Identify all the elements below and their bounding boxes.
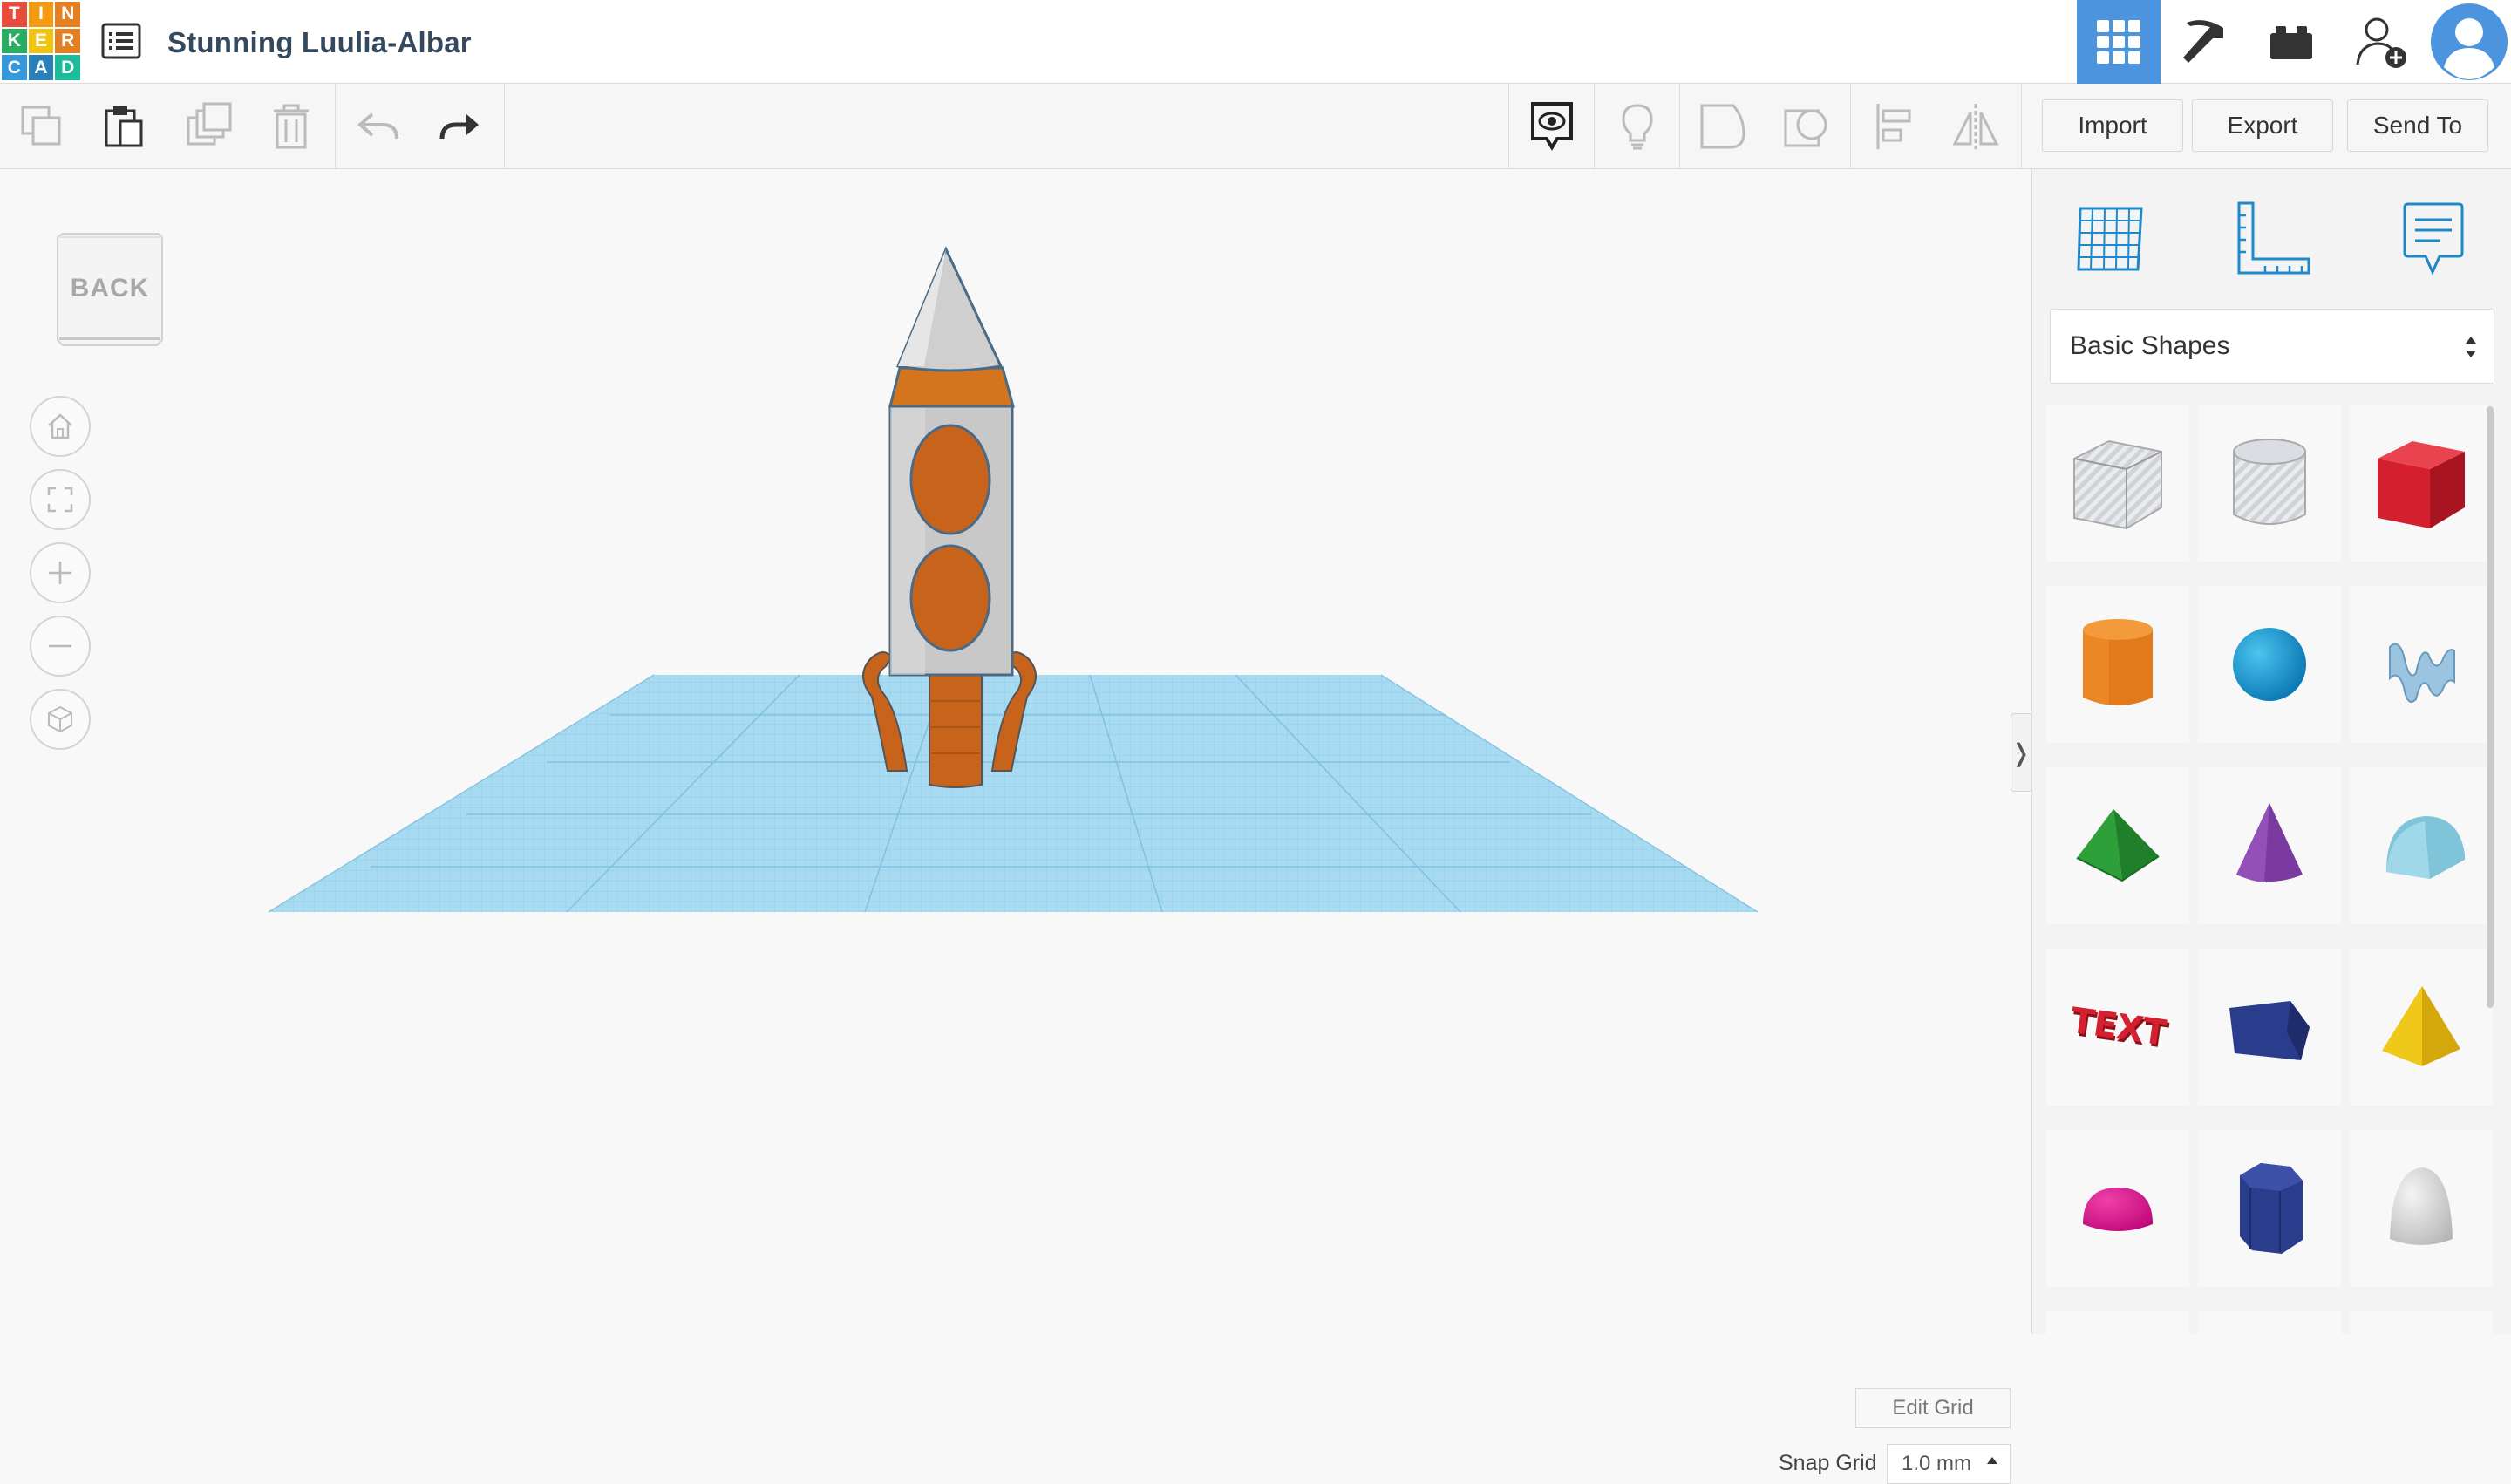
pickaxe-icon[interactable]	[2162, 0, 2246, 84]
cylinder-shape[interactable]	[2046, 586, 2189, 743]
logo-letter: C	[2, 55, 27, 80]
design-title[interactable]: Stunning Luulia-Albar	[167, 26, 472, 59]
edit-grid-button[interactable]: Edit Grid	[1855, 1388, 2011, 1428]
import-button[interactable]: Import	[2042, 99, 2183, 152]
snap-grid-value: 1.0 mm	[1902, 1452, 1972, 1475]
delete-icon[interactable]	[249, 84, 333, 169]
bricks-icon[interactable]	[2249, 0, 2333, 84]
box-shape[interactable]	[2350, 405, 2493, 562]
text-shape[interactable]: TEXT	[2046, 949, 2189, 1106]
shape-cell-partial	[2046, 1311, 2189, 1346]
tinkercad-logo[interactable]: TIN KER CAD	[2, 2, 80, 80]
cylinder-hole-shape[interactable]	[2198, 405, 2341, 562]
logo-letter: T	[2, 2, 27, 27]
lightbulb-icon[interactable]	[1596, 84, 1679, 169]
half-sphere-shape[interactable]	[2046, 1130, 2189, 1287]
workplane-canvas[interactable]: BACK Edit Grid Snap Grid 1.0 mm	[0, 169, 2028, 1484]
rocket-model	[862, 246, 1037, 788]
undo-icon[interactable]	[337, 84, 420, 169]
invite-user-icon[interactable]	[2340, 0, 2424, 84]
shape-cell-partial	[2198, 1311, 2341, 1346]
sphere-shape[interactable]	[2198, 586, 2341, 743]
mirror-icon[interactable]	[1934, 84, 2018, 169]
shape-category-select[interactable]: Basic Shapes	[2050, 309, 2494, 384]
caret-up-icon	[1987, 1457, 1997, 1464]
3d-design-icon[interactable]	[2077, 0, 2161, 84]
design-list-icon[interactable]	[101, 23, 141, 59]
logo-letter: D	[55, 55, 80, 80]
scribble-shape[interactable]	[2350, 586, 2493, 743]
edit-toolbar: Import Export Send To	[0, 84, 2511, 169]
notes-visibility-icon[interactable]	[1510, 84, 1594, 169]
group-shape-icon[interactable]	[1681, 84, 1765, 169]
shape-category-value: Basic Shapes	[2070, 331, 2230, 360]
logo-letter: K	[2, 28, 27, 54]
snap-grid-select[interactable]: 1.0 mm	[1887, 1444, 2011, 1484]
paraboloid-shape[interactable]	[2350, 1130, 2493, 1287]
logo-letter: E	[28, 28, 54, 54]
export-button[interactable]: Export	[2192, 99, 2333, 152]
pyramid-shape[interactable]	[2350, 949, 2493, 1106]
paste-icon[interactable]	[82, 84, 166, 169]
collapse-sidebar-button[interactable]: ❭	[2011, 713, 2031, 792]
workplane-scene	[268, 246, 1759, 913]
copy-icon[interactable]	[0, 84, 84, 169]
round-roof-shape[interactable]	[2350, 767, 2493, 924]
top-bar: TIN KER CAD Stunning Luulia-Albar	[0, 0, 2511, 84]
shape-cell-partial	[2350, 1311, 2493, 1346]
notes-icon[interactable]	[2390, 195, 2477, 283]
logo-letter: N	[55, 2, 80, 27]
ungroup-shape-icon[interactable]	[1765, 84, 1848, 169]
logo-letter: A	[28, 55, 54, 80]
shapes-panel: Basic Shapes TEXT	[2031, 169, 2511, 1346]
select-arrows-icon	[2464, 334, 2478, 367]
logo-letter: I	[28, 2, 54, 27]
text-shape-label: TEXT	[2067, 1000, 2168, 1054]
wedge-shape[interactable]	[2198, 949, 2341, 1106]
cone-shape[interactable]	[2198, 767, 2341, 924]
snap-grid-label: Snap Grid	[1779, 1451, 1877, 1475]
logo-letter: R	[55, 28, 80, 54]
duplicate-icon[interactable]	[167, 84, 251, 169]
box-hole-shape[interactable]	[2046, 405, 2189, 562]
workplane-icon[interactable]	[2067, 195, 2154, 283]
ruler-icon[interactable]	[2229, 195, 2317, 283]
send-to-button[interactable]: Send To	[2347, 99, 2488, 152]
shapes-panel-scrollbar[interactable]	[2487, 406, 2494, 1008]
redo-icon[interactable]	[418, 84, 502, 169]
polygon-shape[interactable]	[2198, 1130, 2341, 1287]
user-avatar-icon[interactable]	[2427, 0, 2511, 84]
roof-shape[interactable]	[2046, 767, 2189, 924]
align-icon[interactable]	[1852, 84, 1936, 169]
